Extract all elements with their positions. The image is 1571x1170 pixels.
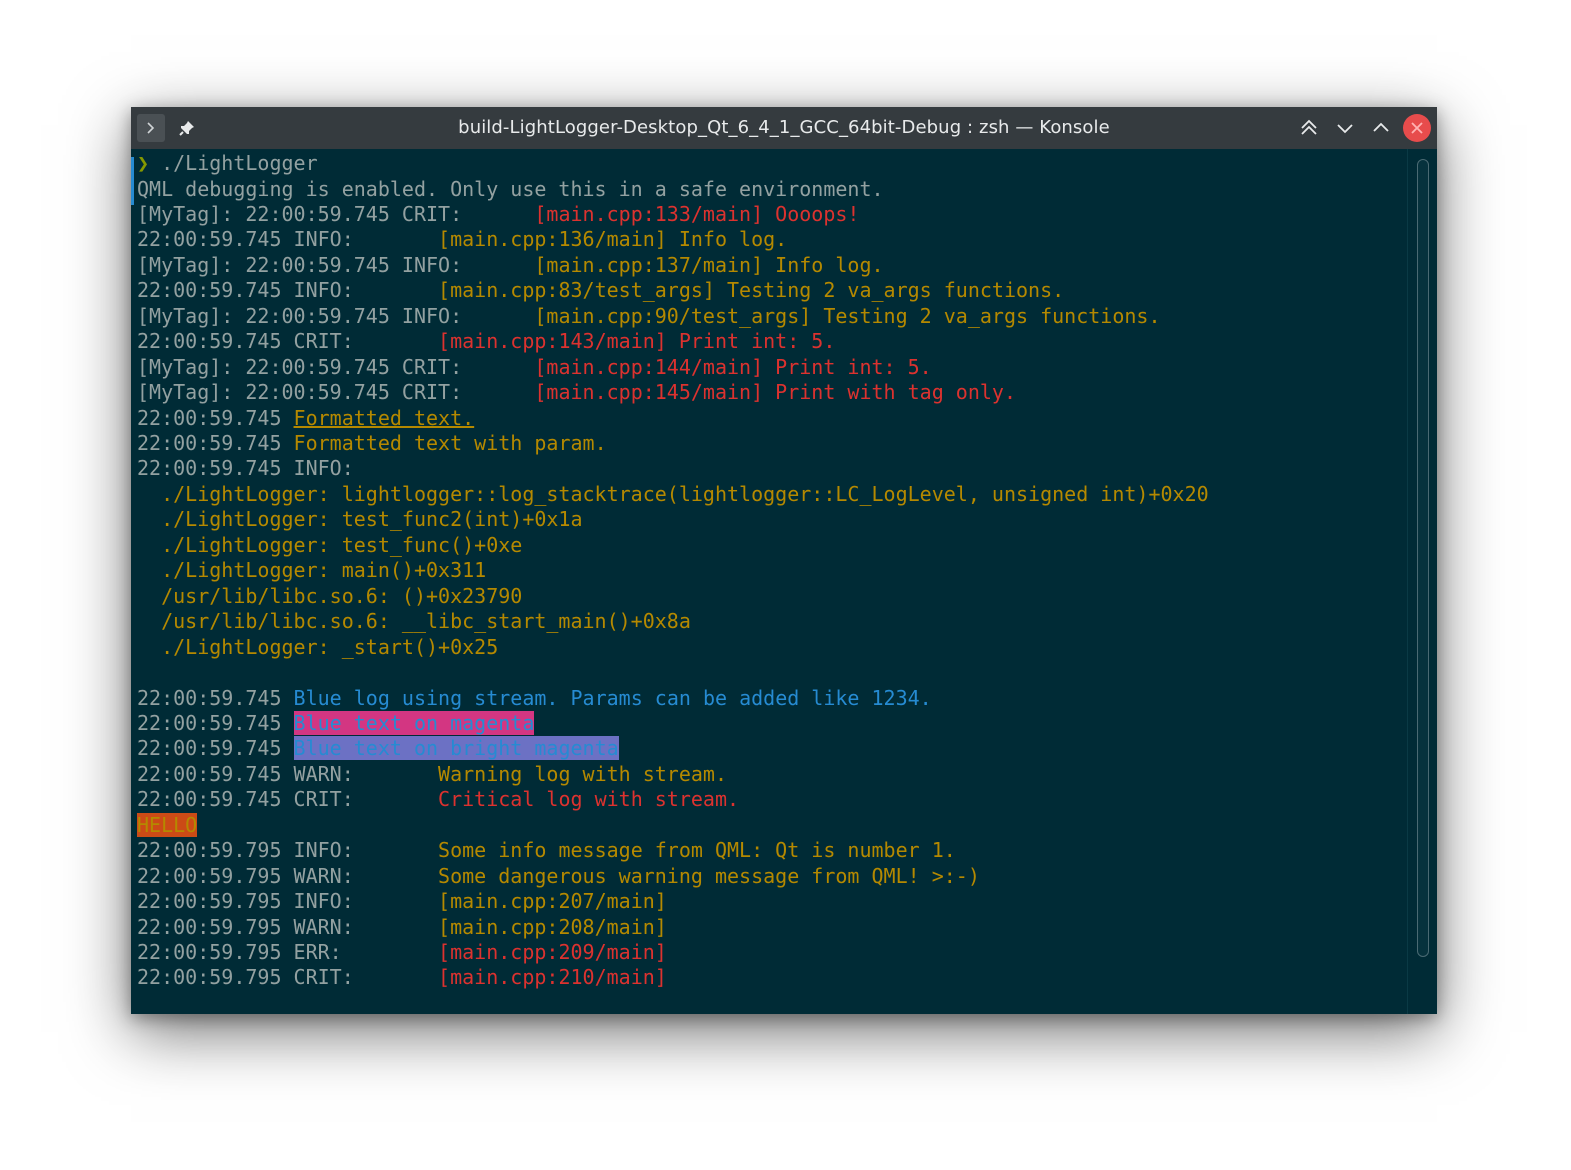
terminal-text-segment: [MyTag]: 22:00:59.745 CRIT: (137, 380, 535, 405)
terminal-line: 22:00:59.745 INFO: [main.cpp:83/test_arg… (137, 278, 1064, 303)
terminal-text-segment: 22:00:59.745 CRIT: (137, 787, 439, 812)
terminal-line: [MyTag]: 22:00:59.745 INFO: [main.cpp:90… (137, 304, 1161, 329)
terminal-line: 22:00:59.795 INFO: [main.cpp:207/main] (137, 889, 667, 914)
chevron-down-icon[interactable] (1331, 114, 1359, 142)
terminal-text-segment: [main.cpp:133/main] Oooops! (534, 201, 860, 226)
terminal-line: /usr/lib/libc.so.6: __libc_start_main()+… (137, 609, 691, 634)
terminal-text-segment: 22:00:59.745 INFO: (137, 456, 354, 481)
chevron-up-icon[interactable] (1367, 114, 1395, 142)
terminal-text-segment: Blue text on magenta (293, 710, 535, 735)
terminal-text-segment: [main.cpp:208/main] (438, 914, 667, 939)
terminal-line: [MyTag]: 22:00:59.745 CRIT: [main.cpp:14… (137, 355, 932, 380)
terminal-line: ./LightLogger: main()+0x311 (137, 558, 486, 583)
terminal-text-segment: 22:00:59.745 INFO: (137, 278, 439, 303)
terminal-text-segment: 22:00:59.795 ERR: (137, 940, 439, 964)
terminal-line: 22:00:59.795 WARN: Some dangerous warnin… (137, 864, 980, 889)
terminal-text-segment: ./LightLogger: main()+0x311 (137, 558, 487, 583)
terminal-text-segment: [main.cpp:145/main] Print with tag only. (534, 380, 1016, 405)
terminal-text-segment: /usr/lib/libc.so.6: ()+0x23790 (137, 583, 523, 608)
terminal-text-segment: HELLO (137, 812, 198, 837)
terminal-text-segment: [MyTag]: 22:00:59.745 CRIT: (137, 354, 535, 379)
terminal-line: [MyTag]: 22:00:59.745 INFO: [main.cpp:13… (137, 253, 884, 278)
terminal-text-segment: 22:00:59.745 (137, 685, 294, 710)
terminal-text-segment: ./LightLogger: test_func2(int)+0x1a (137, 507, 583, 532)
terminal-text-segment: 22:00:59.745 (137, 431, 294, 455)
terminal-line: 22:00:59.745 Blue log using stream. Para… (137, 686, 932, 711)
terminal-text-segment: ./LightLogger: lightlogger::log_stacktra… (137, 481, 1209, 506)
terminal-text-segment: 22:00:59.745 (137, 736, 294, 761)
terminal-text-segment: Formatted text with param. (293, 431, 607, 455)
konsole-window: build-LightLogger-Desktop_Qt_6_4_1_GCC_6… (131, 107, 1437, 1014)
terminal-line: 22:00:59.745 Formatted text with param. (137, 431, 607, 456)
terminal-line: 22:00:59.745 Blue text on bright magenta (137, 736, 619, 761)
terminal-text-segment: Blue log using stream. Params can be add… (293, 685, 932, 710)
terminal-text-segment: 22:00:59.795 WARN: (137, 914, 439, 939)
terminal-text-segment: Critical log with stream. (438, 787, 740, 812)
terminal-text-segment: [main.cpp:83/test_args] Testing 2 va_arg… (438, 278, 1065, 303)
terminal-text-segment: /usr/lib/libc.so.6: __libc_start_main()+… (137, 609, 691, 634)
terminal-text-segment: 22:00:59.795 INFO: (137, 889, 439, 914)
terminal-line: 22:00:59.745 WARN: Warning log with stre… (137, 762, 727, 787)
terminal-text-segment: Warning log with stream. (438, 761, 728, 786)
terminal-text-segment: [main.cpp:137/main] Info log. (534, 252, 884, 277)
terminal-text-segment: [main.cpp:210/main] (438, 965, 667, 990)
terminal-text-segment: [main.cpp:90/test_args] Testing 2 va_arg… (534, 303, 1161, 328)
terminal-text-segment: Blue text on bright magenta (293, 736, 619, 761)
terminal-line: ./LightLogger: test_func2(int)+0x1a (137, 507, 583, 532)
command-text: ./LightLogger (161, 151, 318, 175)
terminal-line: [MyTag]: 22:00:59.745 CRIT: [main.cpp:13… (137, 202, 859, 227)
terminal-text-segment: [MyTag]: 22:00:59.745 INFO: (137, 303, 535, 328)
terminal-text-segment: 22:00:59.795 INFO: (137, 838, 439, 863)
terminal-line: /usr/lib/libc.so.6: ()+0x23790 (137, 584, 522, 609)
terminal-line: ./LightLogger: _start()+0x25 (137, 635, 498, 660)
terminal-text-segment: Formatted text. (293, 405, 475, 430)
terminal-text-segment: [main.cpp:143/main] Print int: 5. (438, 329, 836, 354)
terminal-line: 22:00:59.795 WARN: [main.cpp:208/main] (137, 915, 667, 940)
terminal-text-segment: 22:00:59.745 INFO: (137, 227, 439, 252)
terminal-text-segment: QML debugging is enabled. Only use this … (137, 176, 884, 201)
terminal-line: 22:00:59.795 ERR: [main.cpp:209/main] (137, 940, 667, 965)
terminal-text-segment: 22:00:59.745 (137, 710, 294, 735)
prompt-marker (131, 157, 134, 205)
terminal-text-segment: [main.cpp:144/main] Print int: 5. (534, 354, 932, 379)
terminal-text-segment: 22:00:59.795 WARN: (137, 863, 439, 888)
terminal-line: ./LightLogger: lightlogger::log_stacktra… (137, 482, 1209, 507)
terminal-text-segment: [main.cpp:209/main] (438, 940, 667, 964)
terminal-text-segment: 22:00:59.795 CRIT: (137, 965, 439, 990)
terminal-text-segment: Some dangerous warning message from QML!… (438, 863, 980, 888)
terminal-text-segment: [MyTag]: 22:00:59.745 CRIT: (137, 201, 535, 226)
terminal-line: 22:00:59.795 INFO: Some info message fro… (137, 838, 956, 863)
terminal-text-segment: [main.cpp:207/main] (438, 889, 667, 914)
terminal-line: 22:00:59.745 Blue text on magenta (137, 710, 535, 736)
scrollbar-thumb[interactable] (1417, 159, 1429, 957)
terminal-line: ./LightLogger: test_func()+0xe (137, 533, 522, 558)
window-title: build-LightLogger-Desktop_Qt_6_4_1_GCC_6… (458, 117, 1110, 138)
scrollbar[interactable] (1407, 149, 1437, 1014)
close-icon[interactable] (1403, 114, 1431, 142)
double-chevron-up-icon[interactable] (1295, 114, 1323, 142)
terminal-line: HELLO (137, 812, 198, 838)
terminal-line: 22:00:59.745 CRIT: Critical log with str… (137, 787, 739, 812)
terminal-line: 22:00:59.745 INFO: [main.cpp:136/main] I… (137, 227, 787, 252)
terminal-text-segment: 22:00:59.745 (137, 405, 294, 430)
title-bar[interactable]: build-LightLogger-Desktop_Qt_6_4_1_GCC_6… (131, 107, 1437, 149)
terminal-line: QML debugging is enabled. Only use this … (137, 177, 884, 202)
terminal-text-segment: [main.cpp:136/main] Info log. (438, 227, 788, 252)
terminal-text-segment: 22:00:59.745 WARN: (137, 761, 439, 786)
terminal-text-segment: ./LightLogger: test_func()+0xe (137, 532, 523, 557)
terminal-line: 22:00:59.745 Formatted text. (137, 406, 474, 431)
terminal-line: 22:00:59.795 CRIT: [main.cpp:210/main] (137, 965, 667, 990)
terminal-output[interactable]: ❯ ./LightLogger QML debugging is enabled… (131, 149, 1407, 1014)
terminal-line: [MyTag]: 22:00:59.745 CRIT: [main.cpp:14… (137, 380, 1016, 405)
terminal-text-segment: Some info message from QML: Qt is number… (438, 838, 956, 863)
terminal-text-segment: ./LightLogger: _start()+0x25 (137, 634, 499, 659)
terminal-line: 22:00:59.745 INFO: (137, 456, 354, 481)
prompt-line: ❯ ./LightLogger (137, 151, 318, 176)
terminal-line: 22:00:59.745 CRIT: [main.cpp:143/main] P… (137, 329, 835, 354)
prompt-symbol: ❯ (137, 151, 150, 175)
terminal-text-segment: 22:00:59.745 CRIT: (137, 329, 439, 354)
terminal-text-segment: [MyTag]: 22:00:59.745 INFO: (137, 252, 535, 277)
